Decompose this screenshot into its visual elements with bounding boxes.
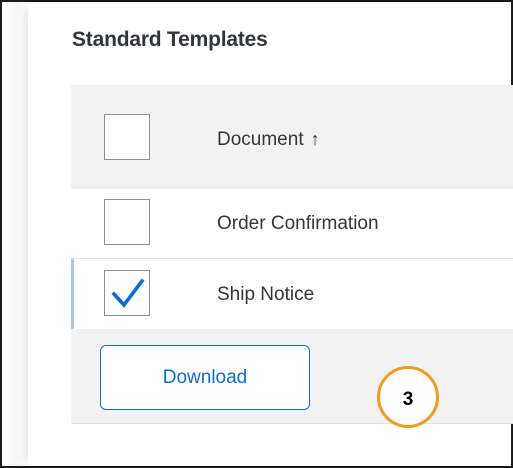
divider: [71, 423, 513, 424]
step-callout: 3: [377, 366, 439, 428]
arrow-up-icon: ↑: [310, 129, 320, 149]
checkmark-icon: [111, 278, 145, 308]
download-button[interactable]: Download: [100, 345, 310, 410]
selection-indicator: [71, 259, 74, 329]
column-header-document[interactable]: Document ↑: [217, 129, 320, 151]
column-header-label: Document: [217, 129, 304, 150]
row-label-order-confirmation: Order Confirmation: [217, 213, 379, 234]
side-panel-shadow: [2, 2, 28, 466]
step-number: 3: [402, 389, 414, 410]
row-checkbox-ship-notice[interactable]: [104, 270, 150, 316]
row-label-ship-notice: Ship Notice: [217, 284, 315, 305]
select-all-checkbox[interactable]: [104, 114, 150, 160]
section-title: Standard Templates: [72, 28, 268, 51]
row-checkbox-order-confirmation[interactable]: [104, 199, 150, 245]
